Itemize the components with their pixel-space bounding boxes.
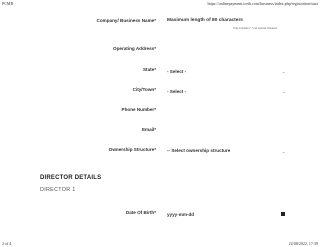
print-timestamp: 22/08/2022, 17:39: [288, 241, 318, 246]
page-count: 2 of 4: [2, 241, 12, 246]
chevron-down-icon: ⌄: [282, 69, 286, 74]
email-label: Email*: [141, 127, 156, 132]
city-label: City/Town*: [132, 87, 156, 92]
ownership-select[interactable]: -- Select ownership structure: [167, 148, 230, 153]
director-details-heading: DIRECTOR DETAILS: [40, 175, 102, 181]
print-header-title: PCMB: [2, 1, 14, 6]
director-subheading: DIRECTOR 1: [40, 187, 76, 193]
print-header: PCMB https://onlinepayment.tcetb.com/bus…: [2, 1, 318, 9]
city-select[interactable]: - Select -: [167, 89, 186, 94]
chevron-down-icon: ⌄: [282, 89, 286, 94]
company-name-input[interactable]: Maximum length of 80 characters: [167, 18, 243, 23]
phone-label: Phone Number*: [121, 107, 156, 112]
print-footer: 2 of 4 22/08/2022, 17:39: [2, 238, 318, 246]
email-input[interactable]: [167, 127, 277, 133]
dob-input[interactable]: yyyy-mm-dd: [167, 212, 194, 217]
state-label: State*: [142, 67, 156, 72]
state-select[interactable]: - Select -: [167, 69, 186, 74]
print-header-url: https://onlinepayment.tcetb.com/business…: [207, 1, 318, 6]
operating-address-input[interactable]: [167, 46, 277, 52]
operating-address-label: Operating Address*: [113, 46, 156, 51]
ownership-label: Ownership Structure*: [108, 147, 156, 152]
phone-input[interactable]: [167, 107, 277, 113]
calendar-icon[interactable]: [281, 212, 285, 216]
dob-label: Date Of Birth*: [125, 210, 156, 215]
chevron-down-icon: ⌄: [282, 149, 286, 154]
company-name-hint: Only includes (*,*) as special character: [233, 27, 278, 30]
company-name-label: Company/ Business Name*: [96, 18, 156, 23]
